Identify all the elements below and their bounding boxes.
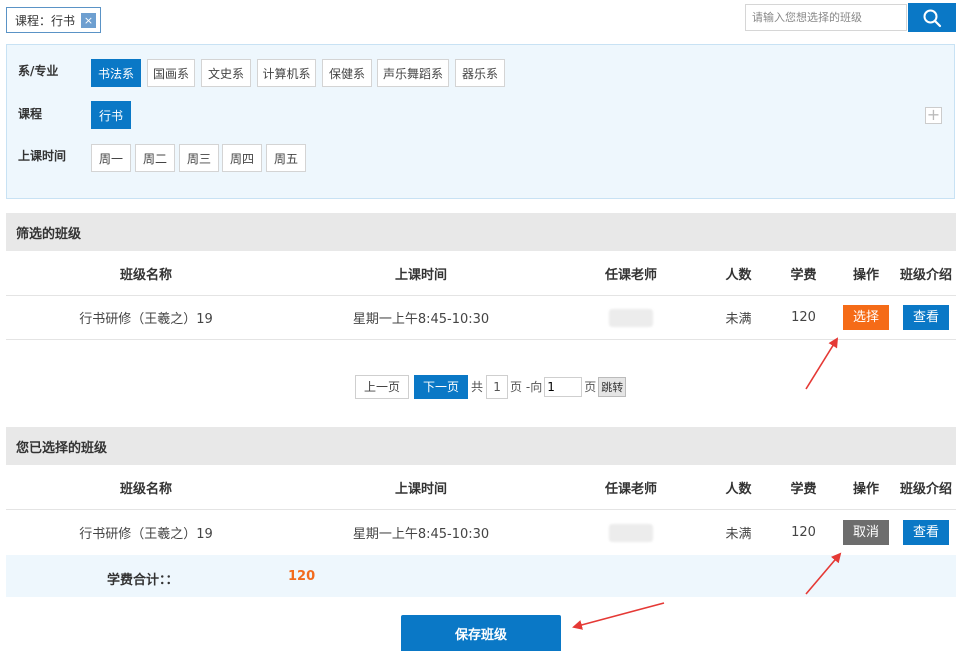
arrow-to-cancel <box>805 552 842 595</box>
annotation-arrows <box>572 337 842 630</box>
arrow-to-select <box>805 337 839 390</box>
arrow-to-save <box>572 602 665 630</box>
